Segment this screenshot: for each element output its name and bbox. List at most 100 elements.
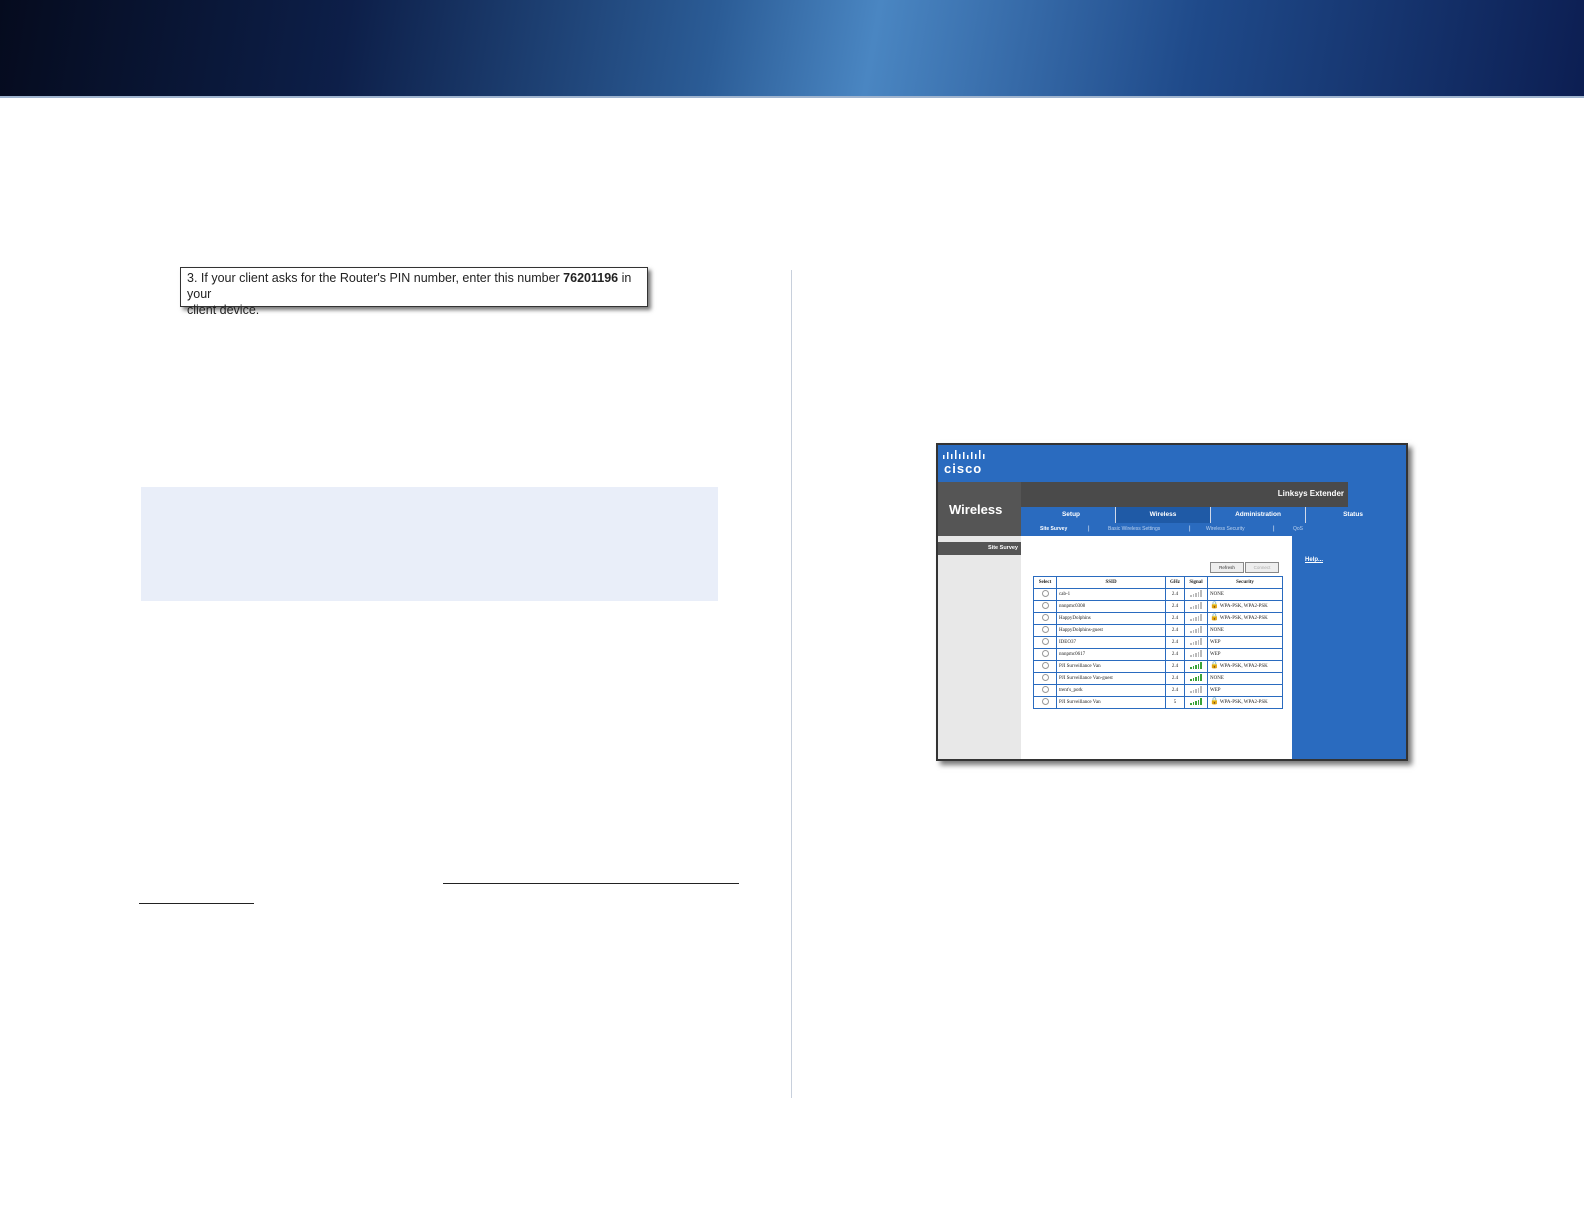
signal-strength-icon (1190, 589, 1202, 597)
pin-instruction-callout: 3. If your client asks for the Router's … (180, 267, 648, 317)
signal-strength-icon (1190, 673, 1202, 681)
table-row[interactable]: HappyDolphins-guest 2.4 NONE (1033, 624, 1283, 637)
select-radio-cell[interactable] (1033, 684, 1057, 697)
subtab-separator: | (1189, 526, 1191, 532)
table-row[interactable]: HappyDolphins 2.4 🔒 WPA-PSK, WPA2-PSK (1033, 612, 1283, 625)
tab-setup[interactable]: Setup (1024, 507, 1118, 523)
tab-status[interactable]: Status (1306, 507, 1400, 523)
help-link[interactable]: Help... (1305, 557, 1323, 563)
security-cell: NONE (1207, 588, 1283, 601)
subtab-separator: | (1273, 526, 1275, 532)
signal-strength-icon (1190, 685, 1202, 693)
pin-number: 76201196 (563, 271, 619, 285)
signal-cell (1184, 624, 1208, 637)
select-radio-cell[interactable] (1033, 648, 1057, 661)
table-row[interactable]: cab-1 2.4 NONE (1033, 588, 1283, 601)
select-radio-cell[interactable] (1033, 624, 1057, 637)
table-row[interactable]: PJI Surveillance Van 5 🔒 WPA-PSK, WPA2-PSK (1033, 696, 1283, 709)
select-radio[interactable] (1041, 673, 1049, 681)
pin-instruction-prefix: 3. If your client asks for the Router's … (187, 271, 564, 285)
security-cell: 🔒 WPA-PSK, WPA2-PSK (1207, 600, 1283, 613)
security-value: WEP (1210, 651, 1221, 657)
select-radio-cell[interactable] (1033, 660, 1057, 673)
signal-strength-icon (1190, 613, 1202, 621)
ghz-cell: 2.4 (1165, 660, 1185, 673)
col-ssid: SSID (1056, 576, 1166, 589)
security-cell: 🔒 WPA-PSK, WPA2-PSK (1207, 660, 1283, 673)
signal-strength-icon (1190, 637, 1202, 645)
security-value: WPA-PSK, WPA2-PSK (1219, 604, 1268, 610)
ssid-cell: PJI Surveillance Van (1056, 660, 1166, 673)
link-underline[interactable] (443, 883, 739, 884)
signal-cell (1184, 684, 1208, 697)
security-cell: NONE (1207, 672, 1283, 685)
table-row[interactable]: nnnpmc0617 2.4 WEP (1033, 648, 1283, 661)
subtab-site-survey[interactable]: Site Survey (1040, 523, 1067, 536)
signal-cell (1184, 612, 1208, 625)
router-header (938, 445, 1406, 482)
help-panel (1292, 536, 1406, 759)
signal-strength-icon (1190, 625, 1202, 633)
col-select: Select (1033, 576, 1057, 589)
select-radio-cell[interactable] (1033, 612, 1057, 625)
select-radio-cell[interactable] (1033, 588, 1057, 601)
subtab-qos[interactable]: QoS (1293, 523, 1303, 536)
left-menu-site-survey[interactable]: Site Survey (938, 542, 1021, 555)
select-radio[interactable] (1041, 589, 1049, 597)
lock-icon: 🔒 (1210, 661, 1219, 670)
pin-instruction-line2: client device. (187, 303, 260, 317)
select-radio-cell[interactable] (1033, 636, 1057, 649)
security-cell: WEP (1207, 636, 1283, 649)
site-survey-table: Select SSID GHz Signal Security cab-1 2.4… (1033, 576, 1283, 709)
ghz-cell: 5 (1165, 696, 1185, 709)
select-radio[interactable] (1041, 601, 1049, 609)
ghz-cell: 2.4 (1165, 648, 1185, 661)
table-row[interactable]: nnnpmc0308 2.4 🔒 WPA-PSK, WPA2-PSK (1033, 600, 1283, 613)
subtab-basic-wireless[interactable]: Basic Wireless Settings (1108, 523, 1160, 536)
select-radio[interactable] (1041, 661, 1049, 669)
ssid-cell: PJI Surveillance Van (1056, 696, 1166, 709)
select-radio-cell[interactable] (1033, 696, 1057, 709)
select-radio-cell[interactable] (1033, 672, 1057, 685)
security-cell: 🔒 WPA-PSK, WPA2-PSK (1207, 696, 1283, 709)
security-value: NONE (1210, 591, 1224, 597)
ssid-cell: cab-1 (1056, 588, 1166, 601)
ssid-cell: trent's_pork (1056, 684, 1166, 697)
ghz-cell: 2.4 (1165, 612, 1185, 625)
connect-button[interactable]: Connect (1245, 562, 1279, 573)
security-value: WPA-PSK, WPA2-PSK (1219, 664, 1268, 670)
select-radio[interactable] (1041, 685, 1049, 693)
table-row[interactable]: trent's_pork 2.4 WEP (1033, 684, 1283, 697)
product-name: Linksys Extender (1277, 489, 1344, 498)
tab-administration[interactable]: Administration (1211, 507, 1305, 523)
subtab-wireless-security[interactable]: Wireless Security (1206, 523, 1245, 536)
signal-cell (1184, 696, 1208, 709)
select-radio[interactable] (1041, 613, 1049, 621)
link-underline-continued[interactable] (139, 903, 254, 904)
signal-cell (1184, 636, 1208, 649)
ssid-cell: nnnpmc0617 (1056, 648, 1166, 661)
lock-icon: 🔒 (1210, 697, 1219, 706)
select-radio[interactable] (1041, 625, 1049, 633)
column-divider (791, 270, 792, 1098)
ssid-cell: IDEO37 (1056, 636, 1166, 649)
col-ghz: GHz (1165, 576, 1185, 589)
refresh-button[interactable]: Refresh (1210, 562, 1244, 573)
security-cell: WEP (1207, 648, 1283, 661)
security-value: WPA-PSK, WPA2-PSK (1219, 616, 1268, 622)
site-survey-rows: cab-1 2.4 NONE nnnpmc0308 2.4 🔒 WPA-PSK, WPA2… (1033, 588, 1283, 709)
select-radio[interactable] (1041, 649, 1049, 657)
select-radio[interactable] (1041, 637, 1049, 645)
select-radio-cell[interactable] (1033, 600, 1057, 613)
security-value: WEP (1210, 639, 1221, 645)
lock-icon: 🔒 (1210, 601, 1219, 610)
signal-cell (1184, 588, 1208, 601)
ssid-cell: HappyDolphins-guest (1056, 624, 1166, 637)
security-value: NONE (1210, 627, 1224, 633)
table-row[interactable]: IDEO37 2.4 WEP (1033, 636, 1283, 649)
header-banner (0, 0, 1584, 96)
tab-wireless[interactable]: Wireless (1116, 507, 1210, 523)
table-row[interactable]: PJI Surveillance Van-guest 2.4 NONE (1033, 672, 1283, 685)
table-row[interactable]: PJI Surveillance Van 2.4 🔒 WPA-PSK, WPA2-P… (1033, 660, 1283, 673)
select-radio[interactable] (1041, 697, 1049, 705)
